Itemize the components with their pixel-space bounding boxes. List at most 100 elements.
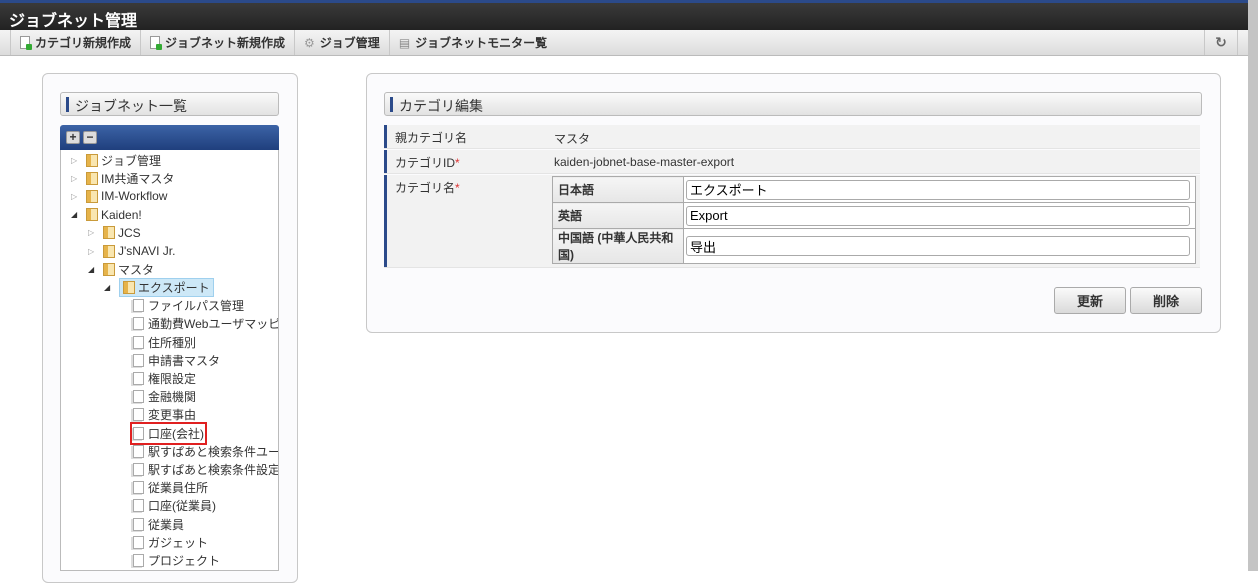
tree-node-content[interactable]: エクスポート xyxy=(119,277,214,297)
tree-node[interactable]: 従業員住所 xyxy=(133,479,208,497)
tree-node[interactable]: 口座(会社) xyxy=(130,421,207,445)
tree-node[interactable]: プロジェクト xyxy=(133,551,220,569)
tree-node[interactable]: ▷ ジョブ管理 xyxy=(71,151,161,169)
tree-node[interactable]: 申請書マスタ xyxy=(133,351,220,369)
tree-node-label: エクスポート xyxy=(138,280,210,295)
expand-arrow-icon[interactable]: ▷ xyxy=(71,174,81,183)
lang-label: 日本語 xyxy=(552,176,684,203)
tree-node-content[interactable]: 駅すぱあと検索条件設定 xyxy=(133,461,279,478)
category-id-row: カテゴリID* kaiden-jobnet-base-master-export xyxy=(384,150,1200,174)
tree-node[interactable]: ◢ エクスポート xyxy=(104,277,214,297)
tree-node-content[interactable]: 口座(従業員) xyxy=(133,497,216,514)
tree-node[interactable]: ▷ J'sNAVI Jr. xyxy=(88,242,175,260)
tree-node[interactable]: ◢ Kaiden! xyxy=(71,206,142,224)
tree-node-content[interactable]: JCS xyxy=(103,226,141,240)
file-icon xyxy=(133,481,144,495)
jobnet-monitor-button[interactable]: ▤ ジョブネットモニター覧 xyxy=(388,30,556,55)
tree-node[interactable]: 通勤費Webユーザマッピング xyxy=(133,315,279,333)
folder-icon xyxy=(86,171,98,185)
tree-node-content[interactable]: マスタ xyxy=(103,261,154,278)
tree-node-content[interactable]: 金融機関 xyxy=(133,388,196,405)
new-jobnet-button[interactable]: ジョブネット新規作成 xyxy=(140,30,294,55)
new-doc-icon xyxy=(20,36,32,50)
tree-node-label: 通勤費Webユーザマッピング xyxy=(148,317,279,332)
tree-node-content[interactable]: 通勤費Webユーザマッピング xyxy=(133,315,279,332)
parent-category-row: 親カテゴリ名 マスタ xyxy=(384,125,1200,149)
tree-node-content[interactable]: IM共通マスタ xyxy=(86,170,174,187)
tree-node[interactable]: 駅すぱあと検索条件設定 xyxy=(133,460,279,478)
label: カテゴリ新規作成 xyxy=(35,36,132,50)
expand-arrow-icon[interactable]: ▷ xyxy=(71,192,81,201)
file-icon xyxy=(133,444,144,458)
scrollbar[interactable] xyxy=(1248,0,1258,571)
tree-node-content[interactable]: ジョブ管理 xyxy=(86,152,161,169)
folder-icon xyxy=(103,262,115,276)
tree-node[interactable]: 駅すぱあと検索条件ユーザ xyxy=(133,442,279,460)
gear-icon: ⚙ xyxy=(304,35,315,50)
tree-node[interactable]: 従業員 xyxy=(133,515,184,533)
tree-node-content[interactable]: ガジェット xyxy=(133,534,208,551)
label: カテゴリID xyxy=(395,156,456,170)
tree-node-content[interactable]: Kaiden! xyxy=(86,208,142,222)
file-icon xyxy=(133,426,144,440)
expand-arrow-icon[interactable]: ▷ xyxy=(88,247,98,256)
file-icon xyxy=(133,517,144,531)
tree-node-content[interactable]: 従業員住所 xyxy=(133,479,208,496)
tree-node[interactable]: ▷ IM-Workflow xyxy=(71,187,167,205)
tree-node[interactable]: ファイルパス管理 xyxy=(133,297,244,315)
job-management-button[interactable]: ⚙ ジョブ管理 xyxy=(294,30,389,55)
delete-button[interactable]: 削除 xyxy=(1130,287,1202,314)
tree-node-content[interactable]: プロジェクト xyxy=(133,552,220,569)
tree-node-label: 従業員住所 xyxy=(148,481,209,496)
name-en-input[interactable] xyxy=(686,205,1190,226)
tree-node[interactable]: 権限設定 xyxy=(133,369,196,387)
tree-node-label: J'sNAVI Jr. xyxy=(118,244,176,258)
tree-node-content[interactable]: 駅すぱあと検索条件ユーザ xyxy=(133,443,279,460)
expand-arrow-icon[interactable]: ▷ xyxy=(71,156,81,165)
tree-node[interactable]: ガジェット xyxy=(133,533,208,551)
label: ジョブネット新規作成 xyxy=(165,36,286,50)
collapse-all-button[interactable]: − xyxy=(83,131,97,144)
tree-node-content[interactable]: IM-Workflow xyxy=(86,189,167,203)
lang-label: 英語 xyxy=(552,202,684,229)
tree-node-content[interactable]: 口座(会社) xyxy=(130,421,207,445)
tree-node-label: 駅すぱあと検索条件ユーザ xyxy=(148,444,279,459)
tree-node-label: マスタ xyxy=(118,262,155,277)
file-icon xyxy=(133,335,144,349)
tree-node[interactable]: ▷ IM共通マスタ xyxy=(71,169,174,187)
name-ja-input[interactable] xyxy=(686,179,1190,200)
toolbar: カテゴリ新規作成 ジョブネット新規作成 ⚙ ジョブ管理 ▤ ジョブネットモニター覧 … xyxy=(0,30,1248,56)
collapse-arrow-icon[interactable]: ◢ xyxy=(88,265,98,274)
refresh-icon[interactable]: ↻ xyxy=(1204,30,1238,55)
tree-node[interactable]: 変更事由 xyxy=(133,406,196,424)
file-icon xyxy=(133,553,144,567)
tree-node-content[interactable]: 変更事由 xyxy=(133,406,196,423)
label: ジョブネットモニター覧 xyxy=(415,36,548,50)
tree-node-content[interactable]: 申請書マスタ xyxy=(133,352,220,369)
name-zh-input[interactable] xyxy=(686,236,1190,256)
tree-node-label: 申請書マスタ xyxy=(148,353,221,368)
tree-node-content[interactable]: 権限設定 xyxy=(133,370,196,387)
folder-icon xyxy=(103,226,115,240)
file-icon xyxy=(133,317,144,331)
tree-node-content[interactable]: 住所種別 xyxy=(133,334,196,351)
folder-icon xyxy=(86,153,98,167)
file-icon xyxy=(133,462,144,476)
collapse-arrow-icon[interactable]: ◢ xyxy=(104,283,114,292)
tree-node-label: JCS xyxy=(118,225,141,240)
tree-node-content[interactable]: ファイルパス管理 xyxy=(133,297,244,314)
tree-node-content[interactable]: 従業員 xyxy=(133,516,184,533)
tree-node[interactable]: 口座(従業員) xyxy=(133,497,216,515)
new-category-button[interactable]: カテゴリ新規作成 xyxy=(10,30,140,55)
expand-all-button[interactable]: + xyxy=(66,131,80,144)
tree-node[interactable]: 金融機関 xyxy=(133,388,196,406)
name-row-zh: 中国語 (中華人民共和国) xyxy=(552,228,1196,264)
expand-arrow-icon[interactable]: ▷ xyxy=(88,228,98,237)
collapse-arrow-icon[interactable]: ◢ xyxy=(71,210,81,219)
tree-node[interactable]: ◢ マスタ xyxy=(88,260,154,278)
tree-node[interactable]: ▷ JCS xyxy=(88,224,141,242)
tree-node-label: 駅すぱあと検索条件設定 xyxy=(148,462,279,477)
tree-node[interactable]: 住所種別 xyxy=(133,333,196,351)
tree-node-content[interactable]: J'sNAVI Jr. xyxy=(103,244,175,258)
update-button[interactable]: 更新 xyxy=(1054,287,1126,314)
